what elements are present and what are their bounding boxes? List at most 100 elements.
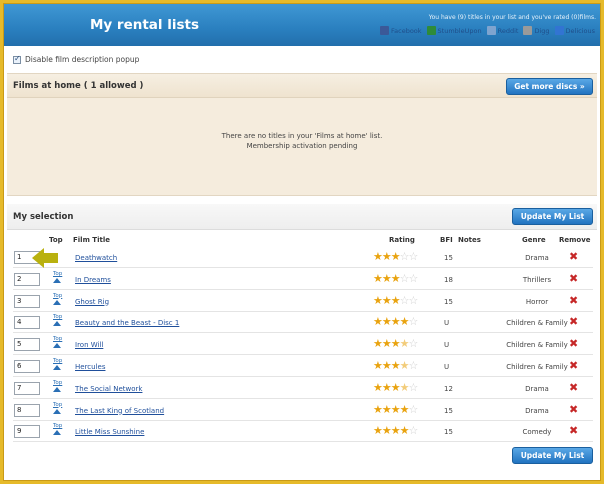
position-input[interactable]: 8 xyxy=(14,403,40,417)
position-input[interactable]: 3 xyxy=(14,294,40,308)
table-row: 6 Top Hercules ★★★★☆ U Children & Family ✖ xyxy=(13,356,593,377)
remove-icon[interactable]: ✖ xyxy=(569,359,578,372)
star-icon[interactable]: ★ xyxy=(373,315,383,328)
rating-stars[interactable]: ★★★☆☆ xyxy=(373,272,419,285)
star-icon[interactable]: ☆ xyxy=(409,337,419,350)
popup-toggle[interactable]: Disable film description popup xyxy=(13,54,139,64)
star-icon[interactable]: ★ xyxy=(373,294,383,307)
star-icon[interactable]: ★ xyxy=(373,403,383,416)
film-title-link[interactable]: In Dreams xyxy=(75,276,111,284)
rating-stars[interactable]: ★★★★☆ xyxy=(373,359,419,372)
remove-icon[interactable]: ✖ xyxy=(569,381,578,394)
star-icon[interactable]: ★ xyxy=(373,337,383,350)
film-title-link[interactable]: The Last King of Scotland xyxy=(75,407,164,415)
star-icon[interactable]: ★ xyxy=(400,403,410,416)
star-icon[interactable]: ★ xyxy=(391,250,401,263)
star-icon[interactable]: ★ xyxy=(382,315,392,328)
rating-stars[interactable]: ★★★★☆ xyxy=(373,337,419,350)
star-icon[interactable]: ★ xyxy=(382,359,392,372)
star-icon[interactable]: ☆ xyxy=(409,294,419,307)
remove-icon[interactable]: ✖ xyxy=(569,294,578,307)
rating-stars[interactable]: ★★★★☆ xyxy=(373,403,419,416)
star-icon[interactable]: ★ xyxy=(373,381,383,394)
film-title-link[interactable]: Little Miss Sunshine xyxy=(75,428,144,436)
rating-stars[interactable]: ★★★☆☆ xyxy=(373,294,419,307)
star-icon[interactable]: ★ xyxy=(391,424,401,437)
share-link-stumbleupon[interactable]: StumbleUpon xyxy=(426,26,482,35)
star-icon[interactable]: ★ xyxy=(400,424,410,437)
star-icon[interactable]: ☆ xyxy=(409,359,419,372)
star-icon[interactable]: ★ xyxy=(391,403,401,416)
share-link-digg[interactable]: Digg xyxy=(523,26,550,35)
star-icon[interactable]: ☆ xyxy=(409,403,419,416)
remove-icon[interactable]: ✖ xyxy=(569,403,578,416)
star-icon[interactable]: ★ xyxy=(391,359,401,372)
move-to-top-link[interactable]: Top xyxy=(53,271,63,285)
star-icon[interactable]: ★ xyxy=(382,272,392,285)
move-to-top-link[interactable]: Top xyxy=(53,358,63,372)
bfi-rating: 12 xyxy=(444,384,453,393)
star-icon[interactable]: ★ xyxy=(382,424,392,437)
move-to-top-link[interactable]: Top xyxy=(53,293,63,307)
checkbox[interactable] xyxy=(13,54,21,64)
star-icon[interactable]: ★ xyxy=(373,272,383,285)
star-icon[interactable]: ★ xyxy=(400,381,410,394)
star-icon[interactable]: ★ xyxy=(373,424,383,437)
remove-icon[interactable]: ✖ xyxy=(569,337,578,350)
move-to-top-link[interactable]: Top xyxy=(53,336,63,350)
star-icon[interactable]: ★ xyxy=(400,315,410,328)
share-link-facebook[interactable]: Facebook xyxy=(380,26,422,35)
star-icon[interactable]: ★ xyxy=(400,337,410,350)
position-input[interactable]: 7 xyxy=(14,381,40,395)
film-title-link[interactable]: Beauty and the Beast - Disc 1 xyxy=(75,319,179,327)
star-icon[interactable]: ★ xyxy=(391,294,401,307)
share-link-delicious[interactable]: Delicious xyxy=(554,26,595,35)
star-icon[interactable]: ☆ xyxy=(400,250,410,263)
star-icon[interactable]: ★ xyxy=(391,337,401,350)
star-icon[interactable]: ☆ xyxy=(409,315,419,328)
remove-icon[interactable]: ✖ xyxy=(569,250,578,263)
remove-icon[interactable]: ✖ xyxy=(569,424,578,437)
star-icon[interactable]: ★ xyxy=(373,250,383,263)
star-icon[interactable]: ☆ xyxy=(400,272,410,285)
share-link-reddit[interactable]: Reddit xyxy=(486,26,518,35)
move-to-top-link[interactable]: Top xyxy=(53,423,63,437)
film-title-link[interactable]: Hercules xyxy=(75,363,105,371)
star-icon[interactable]: ★ xyxy=(382,381,392,394)
rating-stars[interactable]: ★★★★☆ xyxy=(373,424,419,437)
film-title-link[interactable]: Iron Will xyxy=(75,341,103,349)
position-input[interactable]: 5 xyxy=(14,338,40,352)
move-to-top-link[interactable]: Top xyxy=(53,380,63,394)
star-icon[interactable]: ☆ xyxy=(409,272,419,285)
film-title-link[interactable]: Deathwatch xyxy=(75,254,117,262)
star-icon[interactable]: ☆ xyxy=(409,250,419,263)
star-icon[interactable]: ☆ xyxy=(409,381,419,394)
update-list-button[interactable]: Update My List xyxy=(512,208,593,225)
star-icon[interactable]: ★ xyxy=(391,272,401,285)
film-title-link[interactable]: The Social Network xyxy=(75,385,142,393)
position-input[interactable]: 4 xyxy=(14,316,40,330)
remove-icon[interactable]: ✖ xyxy=(569,272,578,285)
update-list-button-bottom[interactable]: Update My List xyxy=(512,447,593,464)
remove-icon[interactable]: ✖ xyxy=(569,315,578,328)
move-to-top-link[interactable]: Top xyxy=(53,402,63,416)
star-icon[interactable]: ★ xyxy=(373,359,383,372)
position-input[interactable]: 9 xyxy=(14,425,40,439)
star-icon[interactable]: ★ xyxy=(382,294,392,307)
star-icon[interactable]: ☆ xyxy=(400,294,410,307)
rating-stars[interactable]: ★★★★☆ xyxy=(373,315,419,328)
move-to-top-link[interactable]: Top xyxy=(53,314,63,328)
film-title-link[interactable]: Ghost Rig xyxy=(75,298,109,306)
star-icon[interactable]: ☆ xyxy=(409,424,419,437)
position-input[interactable]: 6 xyxy=(14,360,40,373)
star-icon[interactable]: ★ xyxy=(391,315,401,328)
star-icon[interactable]: ★ xyxy=(382,250,392,263)
star-icon[interactable]: ★ xyxy=(382,403,392,416)
star-icon[interactable]: ★ xyxy=(382,337,392,350)
star-icon[interactable]: ★ xyxy=(391,381,401,394)
rating-stars[interactable]: ★★★★☆ xyxy=(373,381,419,394)
star-icon[interactable]: ★ xyxy=(400,359,410,372)
position-input[interactable]: 2 xyxy=(14,272,40,286)
get-more-discs-button[interactable]: Get more discs » xyxy=(506,78,593,95)
rating-stars[interactable]: ★★★☆☆ xyxy=(373,250,419,263)
